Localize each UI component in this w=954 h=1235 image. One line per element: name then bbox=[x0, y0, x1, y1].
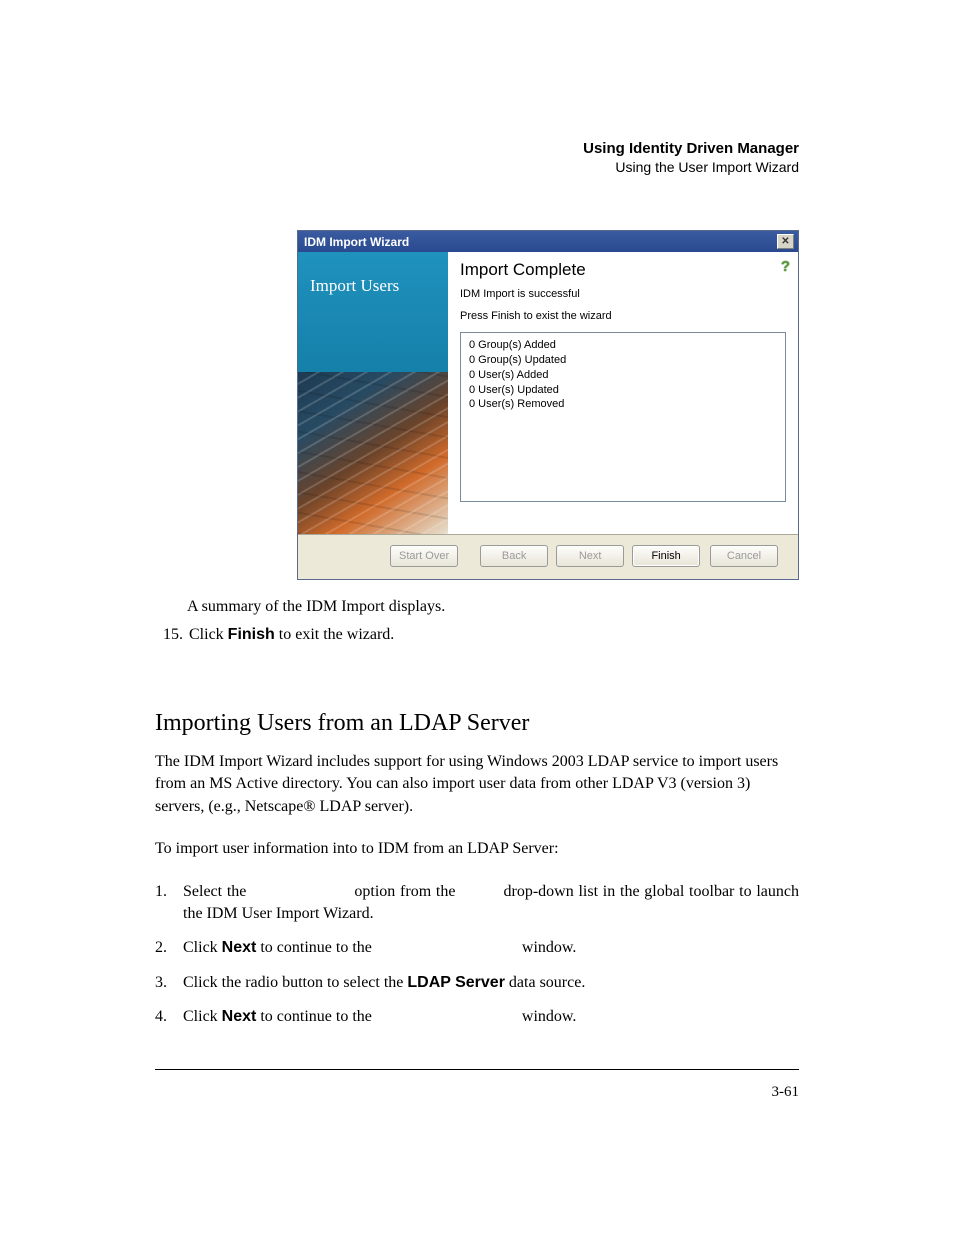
page-number: 3-61 bbox=[155, 1084, 799, 1101]
wizard-dialog: IDM Import Wizard ✕ Import Users ? Impor… bbox=[297, 230, 799, 580]
help-icon[interactable]: ? bbox=[781, 258, 790, 275]
wizard-sidebar-image bbox=[298, 372, 448, 534]
step-2: 2. Click Next to continue to thewindow. bbox=[155, 937, 799, 959]
step-4: 4. Click Next to continue to thewindow. bbox=[155, 1006, 799, 1028]
step-number: 15. bbox=[155, 626, 183, 644]
body-paragraph: The IDM Import Wizard includes support f… bbox=[155, 751, 799, 818]
instruct-line: Press Finish to exist the wizard bbox=[460, 310, 786, 322]
window-title: IDM Import Wizard bbox=[304, 235, 409, 249]
titlebar: IDM Import Wizard ✕ bbox=[298, 231, 798, 252]
wizard-content: ? Import Complete IDM Import is successf… bbox=[448, 252, 798, 534]
status-line: IDM Import is successful bbox=[460, 288, 786, 300]
content-heading: Import Complete bbox=[460, 260, 786, 280]
next-button[interactable]: Next bbox=[556, 545, 624, 567]
summary-line: 0 Group(s) Updated bbox=[469, 353, 777, 368]
wizard-sidebar: Import Users bbox=[298, 252, 448, 534]
close-icon[interactable]: ✕ bbox=[777, 234, 794, 249]
summary-line: 0 Group(s) Added bbox=[469, 338, 777, 353]
step-3: 3. Click the radio button to select the … bbox=[155, 972, 799, 994]
figure-caption: A summary of the IDM Import displays. bbox=[187, 598, 799, 616]
summary-box: 0 Group(s) Added 0 Group(s) Updated 0 Us… bbox=[460, 332, 786, 502]
running-header: Using Identity Driven Manager Using the … bbox=[155, 140, 799, 175]
body-paragraph: To import user information into to IDM f… bbox=[155, 838, 799, 860]
header-chapter: Using Identity Driven Manager bbox=[155, 140, 799, 157]
summary-line: 0 User(s) Removed bbox=[469, 397, 777, 412]
section-heading: Importing Users from an LDAP Server bbox=[155, 710, 799, 737]
start-over-button[interactable]: Start Over bbox=[390, 545, 458, 567]
summary-line: 0 User(s) Added bbox=[469, 368, 777, 383]
step-text: Click Finish to exit the wizard. bbox=[189, 626, 394, 644]
wizard-sidebar-title: Import Users bbox=[298, 252, 448, 372]
footer-rule bbox=[155, 1069, 799, 1070]
finish-button[interactable]: Finish bbox=[632, 545, 700, 567]
step-1: 1. Select theoption from thedrop-down li… bbox=[155, 881, 799, 926]
button-bar: Start Over Back Next Finish Cancel bbox=[298, 535, 798, 579]
cancel-button[interactable]: Cancel bbox=[710, 545, 778, 567]
back-button[interactable]: Back bbox=[480, 545, 548, 567]
summary-line: 0 User(s) Updated bbox=[469, 383, 777, 398]
numbered-steps: 1. Select theoption from thedrop-down li… bbox=[155, 881, 799, 1029]
step-15: 15. Click Finish to exit the wizard. bbox=[155, 626, 799, 644]
header-section: Using the User Import Wizard bbox=[155, 159, 799, 175]
